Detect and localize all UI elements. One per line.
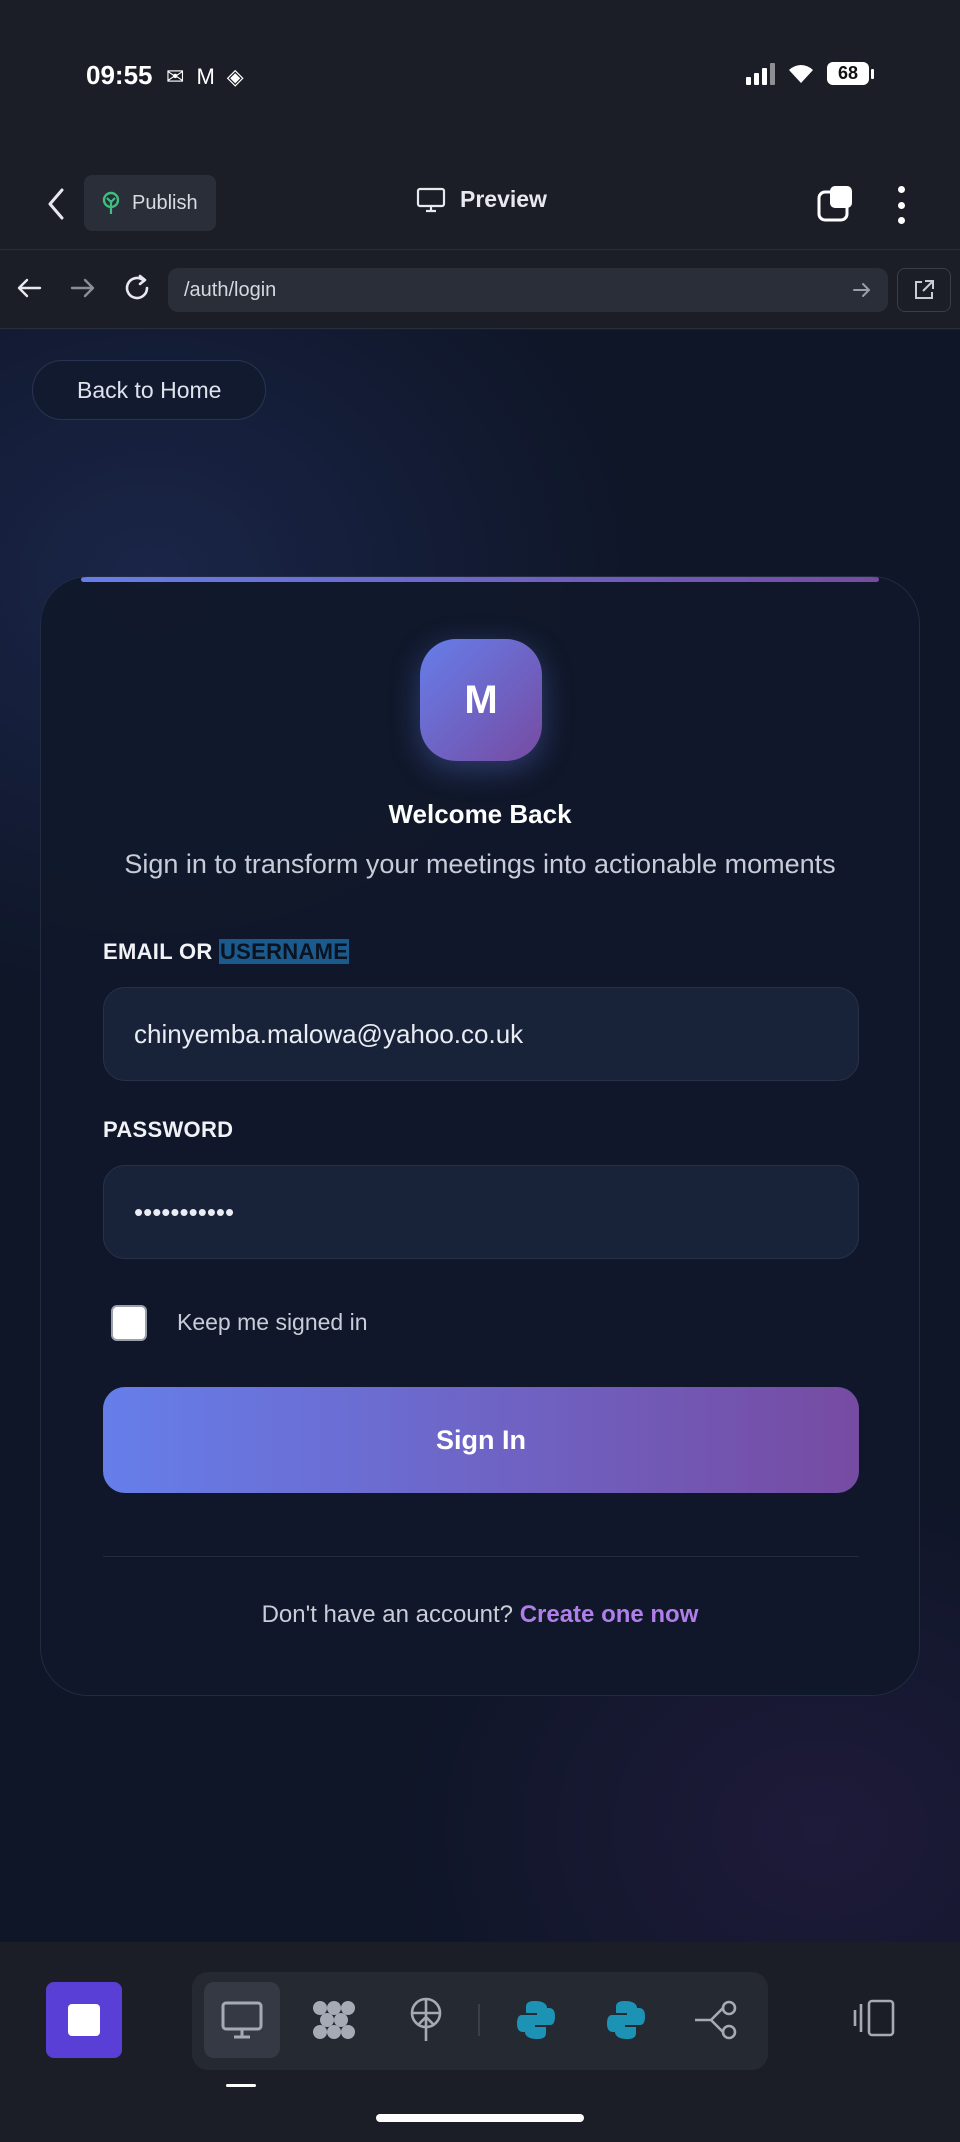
login-page: Back to Home M Welcome Back Sign in to t…	[0, 330, 960, 1942]
battery-level: 68	[827, 62, 869, 85]
url-text: /auth/login	[184, 278, 277, 301]
email-label: EMAIL OR USERNAME	[103, 939, 350, 964]
app-logo: M	[420, 639, 542, 761]
password-label: PASSWORD	[103, 1117, 234, 1142]
notification-icons: ✉ M ◈	[166, 64, 244, 90]
reload-icon[interactable]	[120, 271, 154, 305]
battery-icon: 68	[827, 62, 874, 85]
open-external-button[interactable]	[897, 268, 951, 312]
password-value: •••••••••••	[134, 1196, 235, 1227]
tree-icon	[102, 191, 120, 214]
card-accent-line	[81, 577, 879, 582]
page-title: Welcome Back	[388, 799, 572, 829]
mail-icon: ✉	[166, 64, 185, 89]
monitor-icon[interactable]	[204, 1982, 280, 2058]
active-indicator	[226, 2084, 256, 2087]
branch-icon[interactable]	[678, 1982, 754, 2058]
bottom-dock	[0, 1942, 960, 2142]
remember-me-label[interactable]: Keep me signed in	[177, 1309, 368, 1336]
status-bar: 09:55 ✉ M ◈ 68	[0, 0, 960, 160]
external-link-icon	[915, 280, 934, 299]
home-indicator	[376, 2114, 584, 2122]
browser-forward-icon[interactable]	[66, 271, 100, 305]
email-value: chinyemba.malowa@yahoo.co.uk	[134, 1018, 524, 1049]
dock-separator	[478, 2004, 480, 2036]
page-subtitle: Sign in to transform your meetings into …	[124, 849, 836, 879]
publish-button[interactable]: Publish	[84, 175, 216, 231]
python-icon[interactable]	[588, 1982, 664, 2058]
python-icon[interactable]	[498, 1982, 574, 2058]
monitor-icon	[416, 187, 446, 212]
browser-back-icon[interactable]	[12, 271, 46, 305]
app-toolbar: Publish Preview	[0, 160, 960, 250]
system-icons: 68	[746, 62, 874, 85]
preview-label: Preview	[460, 186, 547, 212]
gmail-icon: M	[196, 64, 215, 89]
globe-antenna-icon[interactable]	[388, 1982, 464, 2058]
create-account-link[interactable]: Create one now	[520, 1601, 699, 1628]
login-card: M Welcome Back Sign in to transform your…	[40, 576, 920, 1696]
divider	[103, 1556, 859, 1557]
selected-text: USERNAME	[218, 939, 350, 964]
publish-label: Publish	[132, 191, 198, 214]
panel-toggle-icon[interactable]	[848, 1992, 900, 2044]
more-options-icon[interactable]	[888, 182, 914, 228]
sign-in-button[interactable]: Sign In	[103, 1387, 859, 1493]
remember-me-checkbox[interactable]	[111, 1305, 147, 1341]
password-field[interactable]: •••••••••••	[103, 1165, 859, 1259]
grid-blob-icon[interactable]	[296, 1982, 372, 2058]
stop-icon	[68, 2004, 100, 2036]
dock-tools	[192, 1972, 768, 2070]
url-bar[interactable]: /auth/login	[168, 268, 888, 312]
preview-toggle[interactable]: Preview	[416, 186, 547, 213]
signal-icon	[746, 62, 775, 85]
wifi-icon	[789, 64, 813, 83]
back-chevron-icon[interactable]	[38, 184, 74, 224]
status-time: 09:55	[86, 60, 153, 90]
signup-prompt: Don't have an account? Create one now	[261, 1601, 699, 1628]
tabs-icon[interactable]	[816, 184, 856, 224]
browser-bar: /auth/login	[0, 251, 960, 329]
stop-button[interactable]	[46, 1982, 122, 2058]
go-arrow-icon[interactable]	[852, 282, 872, 298]
email-field[interactable]: chinyemba.malowa@yahoo.co.uk	[103, 987, 859, 1081]
back-to-home-button[interactable]: Back to Home	[32, 360, 267, 420]
app-notification-icon: ◈	[226, 64, 244, 89]
